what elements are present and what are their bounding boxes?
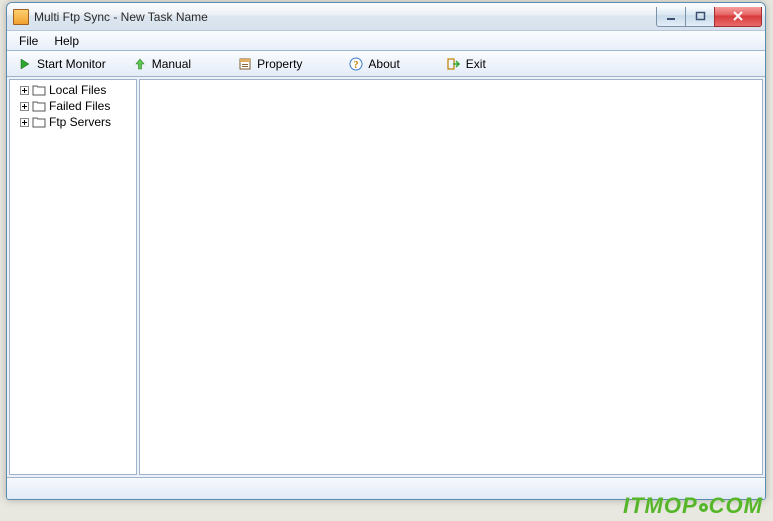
exit-icon bbox=[446, 56, 462, 72]
folder-icon bbox=[32, 100, 46, 112]
expand-icon bbox=[20, 86, 29, 95]
folder-icon bbox=[32, 84, 46, 96]
tree-item-label: Ftp Servers bbox=[49, 115, 111, 129]
app-window: Multi Ftp Sync - New Task Name File Help… bbox=[6, 2, 766, 500]
property-button[interactable]: Property bbox=[231, 54, 308, 74]
start-monitor-label: Start Monitor bbox=[37, 57, 106, 71]
menu-file[interactable]: File bbox=[11, 32, 46, 50]
about-button[interactable]: ? About bbox=[342, 54, 405, 74]
folder-icon bbox=[32, 116, 46, 128]
upload-icon bbox=[132, 56, 148, 72]
tree-item-local-files[interactable]: Local Files bbox=[10, 82, 136, 98]
menu-bar: File Help bbox=[7, 31, 765, 51]
watermark-dot bbox=[699, 503, 708, 512]
maximize-icon bbox=[695, 11, 706, 22]
expand-icon bbox=[20, 118, 29, 127]
manual-button[interactable]: Manual bbox=[126, 54, 197, 74]
exit-label: Exit bbox=[466, 57, 486, 71]
minimize-icon bbox=[666, 11, 677, 22]
window-control-buttons bbox=[657, 7, 763, 27]
svg-text:?: ? bbox=[354, 60, 359, 71]
about-label: About bbox=[368, 57, 399, 71]
minimize-button[interactable] bbox=[656, 7, 686, 27]
close-icon bbox=[732, 10, 744, 22]
property-icon bbox=[237, 56, 253, 72]
app-icon bbox=[13, 9, 29, 25]
tree-item-label: Failed Files bbox=[49, 99, 110, 113]
window-title: Multi Ftp Sync - New Task Name bbox=[34, 10, 208, 24]
tree-item-failed-files[interactable]: Failed Files bbox=[10, 98, 136, 114]
maximize-button[interactable] bbox=[685, 7, 715, 27]
start-monitor-button[interactable]: Start Monitor bbox=[11, 54, 112, 74]
status-bar bbox=[7, 477, 765, 499]
manual-label: Manual bbox=[152, 57, 191, 71]
close-button[interactable] bbox=[714, 7, 762, 27]
menu-help[interactable]: Help bbox=[46, 32, 87, 50]
content-panel[interactable] bbox=[139, 79, 763, 475]
client-area: Local Files Failed Files Ftp Servers bbox=[7, 77, 765, 477]
toolbar: Start Monitor Manual Property ? About Ex… bbox=[7, 51, 765, 77]
expand-icon bbox=[20, 102, 29, 111]
property-label: Property bbox=[257, 57, 302, 71]
tree-item-ftp-servers[interactable]: Ftp Servers bbox=[10, 114, 136, 130]
exit-button[interactable]: Exit bbox=[440, 54, 492, 74]
play-icon bbox=[17, 56, 33, 72]
tree-item-label: Local Files bbox=[49, 83, 106, 97]
title-bar: Multi Ftp Sync - New Task Name bbox=[7, 3, 765, 31]
tree-panel[interactable]: Local Files Failed Files Ftp Servers bbox=[9, 79, 137, 475]
help-icon: ? bbox=[348, 56, 364, 72]
